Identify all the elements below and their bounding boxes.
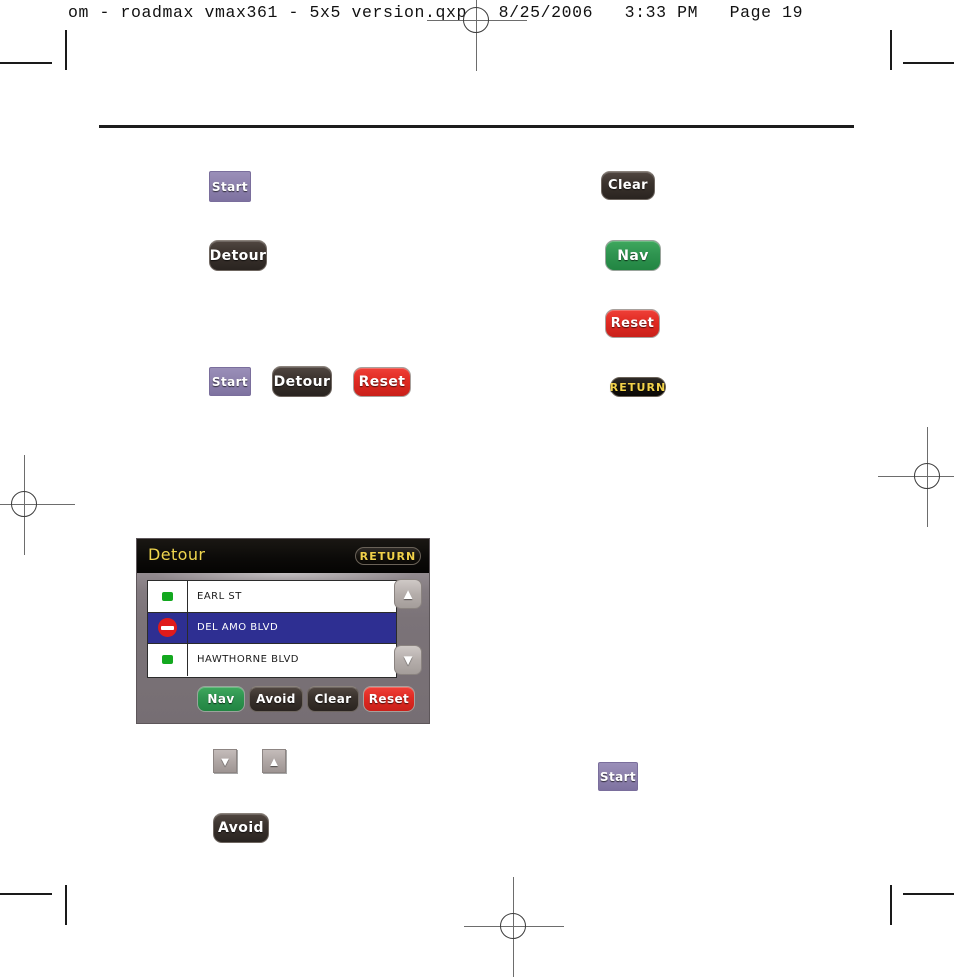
status-icon-cell [148,644,188,676]
no-entry-icon [158,618,177,638]
detour-nav-button[interactable]: Nav [197,686,245,712]
status-icon-cell [148,581,188,612]
crop-mark-top-right-vertical [890,30,892,70]
registration-circle [463,7,489,33]
status-icon-cell [148,612,188,644]
registration-mark-bottom-center [464,877,564,977]
detour-reset-button[interactable]: Reset [363,686,415,712]
crop-mark-top-left-horizontal [0,62,52,64]
detour-avoid-button[interactable]: Avoid [249,686,303,712]
figure-avoid-button[interactable]: Avoid [213,813,269,843]
green-dot-icon [162,655,173,665]
scroll-up-icon[interactable]: ▲ [394,579,422,609]
figure-start-button-3[interactable]: Start [598,762,638,791]
figure-arrow-down-icon[interactable]: ▼ [213,749,237,773]
detour-clear-button[interactable]: Clear [307,686,359,712]
crop-mark-bottom-right-vertical [890,885,892,925]
detour-return-button[interactable]: RETURN [355,547,421,565]
figure-clear-button[interactable]: Clear [601,171,655,200]
figure-detour-button-1[interactable]: Detour [209,240,267,271]
registration-mark-top-center [427,0,527,71]
detour-screen-body: EARL ST DEL AMO BLVD HAWTHORNE BLVD ▲ ▼ … [137,573,429,723]
detour-screen: Detour RETURN EARL ST DEL AMO BLVD HAWTH… [136,538,430,724]
list-item[interactable]: HAWTHORNE BLVD [148,644,396,676]
green-dot-icon [162,591,173,601]
figure-reset-button-2[interactable]: Reset [353,367,411,397]
list-item[interactable]: EARL ST [148,581,396,613]
list-item-label: EARL ST [197,590,242,602]
detour-screen-title: Detour [148,545,206,564]
figure-arrow-up-icon[interactable]: ▲ [262,749,286,773]
crop-mark-bottom-left-vertical [65,885,67,925]
list-item-label: DEL AMO BLVD [197,622,279,634]
crop-mark-top-right-horizontal [903,62,954,64]
registration-circle [500,913,526,939]
detour-street-list: EARL ST DEL AMO BLVD HAWTHORNE BLVD [147,580,397,678]
figure-return-button[interactable]: RETURN [610,377,666,397]
page-divider-rule [99,125,854,128]
crop-mark-bottom-left-horizontal [0,893,52,895]
figure-start-button-2[interactable]: Start [209,367,251,396]
detour-screen-header: Detour RETURN [137,539,429,573]
registration-mark-left [0,455,75,555]
crop-mark-top-left-vertical [65,30,67,70]
figure-detour-button-2[interactable]: Detour [272,366,332,397]
scroll-down-icon[interactable]: ▼ [394,645,422,675]
figure-start-button-1[interactable]: Start [209,171,251,202]
detour-action-bar: Nav Avoid Clear Reset [197,686,415,712]
list-item-label: HAWTHORNE BLVD [197,654,299,666]
crop-mark-bottom-right-horizontal [903,893,954,895]
registration-circle [914,463,940,489]
registration-mark-right [878,427,954,527]
figure-nav-button[interactable]: Nav [605,240,661,271]
list-item[interactable]: DEL AMO BLVD [148,612,396,645]
figure-reset-button-1[interactable]: Reset [605,309,660,338]
registration-circle [11,491,37,517]
